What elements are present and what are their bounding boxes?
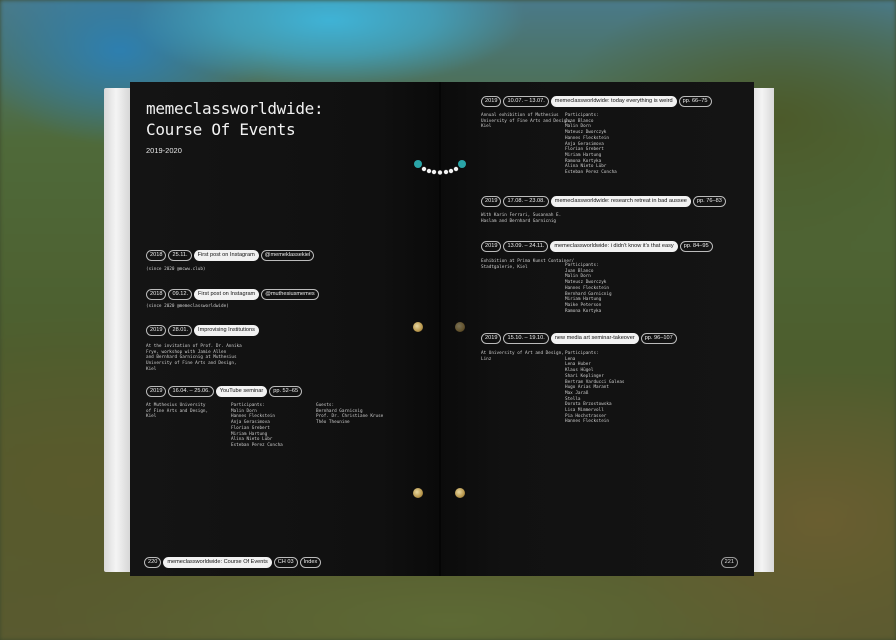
left-page: memeclassworldwide: Course Of Events 201… (130, 82, 441, 576)
page-footer: 220 memeclassworldwide: Course Of Events… (144, 557, 322, 568)
event-title: memeclassworldwide: today everything is … (550, 96, 677, 107)
event-date: 25.11. (168, 250, 192, 261)
event-year: 2019 (481, 96, 502, 107)
event-4-participants: Participants: Malin Dorn Hannes Fleckste… (231, 403, 283, 448)
event-7-participants: Participants: Juan Blanco Malin Dorn Mat… (565, 263, 612, 314)
year-range: 2019-2020 (146, 146, 182, 155)
page-number: 220 (144, 557, 162, 568)
event-year: 2019 (481, 333, 502, 344)
event-5-desc: Annual exhibition of Muthesius Universit… (481, 113, 572, 130)
event-1: 2018 25.11. First post on Instagram @mem… (146, 250, 315, 261)
event-4-desc: At Muthesius University of Fine Arts and… (146, 403, 209, 420)
binding-rivet (455, 488, 465, 498)
event-5-participants: Participants: Juan Blanco Malin Dorn Mat… (565, 113, 617, 176)
event-title: new media art seminar-takeover (550, 333, 639, 344)
binding-rivet (455, 322, 465, 332)
event-date: 17.08. – 23.08. (503, 196, 549, 207)
event-2-desc: (since 2020 @memeclassworldwide) (146, 304, 229, 309)
event-pages: pp. 52–65 (269, 386, 303, 397)
event-4: 2019 16.04. – 25.06. YouTube seminar pp.… (146, 386, 303, 397)
event-year: 2019 (146, 325, 167, 336)
event-4-guests: Guests: Bernhard Garnicnig Prof. Dr. Chr… (316, 403, 384, 426)
event-year: 2019 (146, 386, 167, 397)
event-8-participants: Participants: Lena Lena Huber Klaus Hüge… (565, 351, 625, 425)
binding-rivet (413, 322, 423, 332)
event-8-desc: At University of Art and Design, Linz (481, 351, 564, 362)
event-title: memeclassworldwide: research retreat in … (550, 196, 691, 207)
event-date: 28.01. (168, 325, 193, 336)
event-date: 15.10. – 19.10. (503, 333, 549, 344)
page-title: memeclassworldwide: Course Of Events (146, 99, 324, 139)
event-8: 2019 15.10. – 19.10. new media art semin… (481, 333, 677, 344)
event-pages: pp. 66–75 (678, 96, 712, 107)
event-7: 2019 13.09. – 24.11. memeclassworldwide:… (481, 241, 713, 252)
open-book: memeclassworldwide: Course Of Events 201… (104, 82, 774, 576)
event-handle: @muthesiusmemes (261, 289, 319, 300)
footer-chapter: CH 03 (273, 557, 298, 568)
page-number: 221 (720, 557, 738, 568)
event-date: 09.12. (168, 289, 193, 300)
event-7-desc: Exhibition at Prima Kunst Container/ Sta… (481, 259, 575, 270)
event-1-desc: (since 2020 @mcww.club) (146, 267, 206, 272)
event-2: 2018 09.12. First post on Instagram @mut… (146, 289, 319, 300)
event-title: YouTube seminar (215, 386, 268, 397)
event-date: 13.09. – 24.11. (503, 241, 549, 252)
event-pages: pp. 96–107 (640, 333, 677, 344)
event-title: First post on Instagram (193, 250, 259, 261)
event-title: Improvising Institutions (194, 325, 259, 336)
beaded-bracelet-icon (414, 160, 466, 175)
binding-rivet (413, 488, 423, 498)
event-year: 2018 (146, 250, 167, 261)
event-handle: @memeklassekiel (260, 250, 315, 261)
event-year: 2019 (481, 241, 502, 252)
footer-section: memeclassworldwide: Course Of Events (163, 557, 272, 568)
event-pages: pp. 84–95 (679, 241, 713, 252)
event-title: First post on Instagram (194, 289, 260, 300)
event-title: memeclassworldwide: i didn't know it's t… (550, 241, 678, 252)
event-year: 2019 (481, 196, 502, 207)
right-page: 2019 10.07. – 13.07. memeclassworldwide:… (441, 82, 754, 576)
event-6-desc: With Karin Ferrari, Susannah E. Haslam a… (481, 213, 562, 224)
event-pages: pp. 76–83 (692, 196, 726, 207)
event-3-desc: At the invitation of Prof. Dr. Annika Fr… (146, 344, 242, 372)
event-date: 16.04. – 25.06. (168, 386, 214, 397)
event-date: 10.07. – 13.07. (503, 96, 549, 107)
footer-index: Index (299, 557, 322, 568)
event-year: 2018 (146, 289, 167, 300)
event-3: 2019 28.01. Improvising Institutions (146, 325, 259, 336)
event-5: 2019 10.07. – 13.07. memeclassworldwide:… (481, 96, 712, 107)
event-6: 2019 17.08. – 23.08. memeclassworldwide:… (481, 196, 726, 207)
